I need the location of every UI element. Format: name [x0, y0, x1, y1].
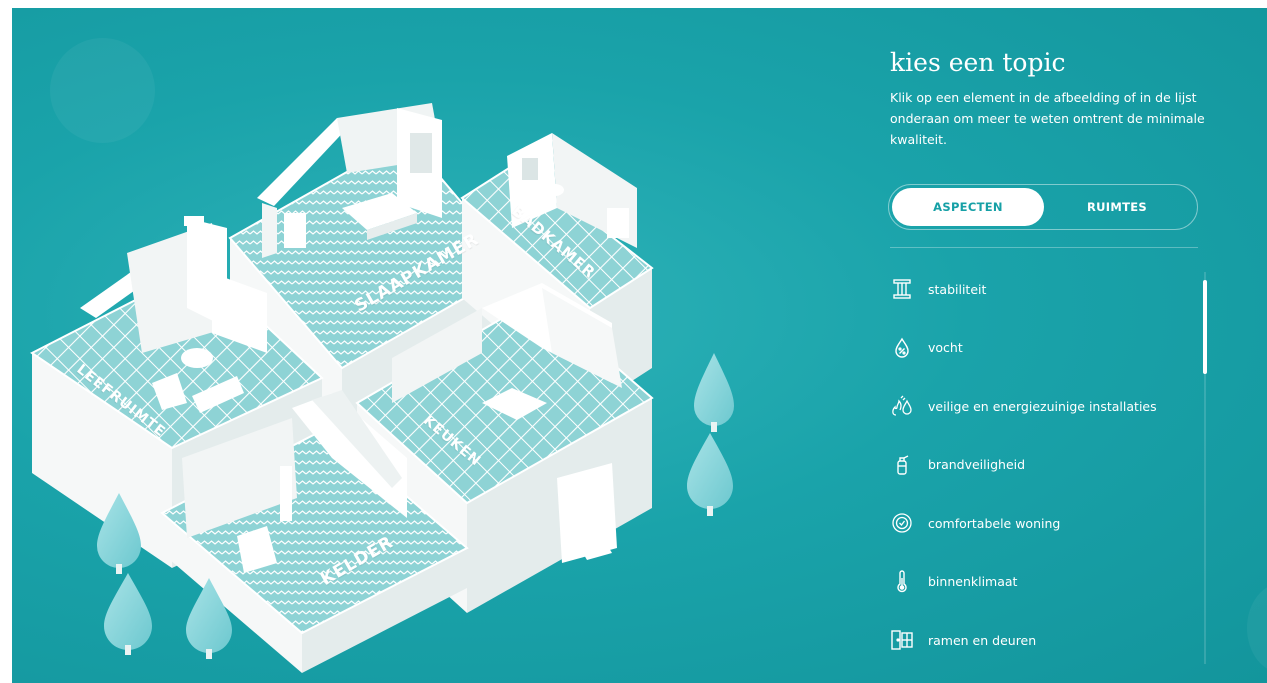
topic-item-stabiliteit[interactable]: stabiliteit — [890, 260, 1190, 319]
panel-title: kies een topic — [890, 48, 1066, 77]
column-icon — [890, 277, 914, 301]
topic-item-brandveiligheid[interactable]: brandveiligheid — [890, 436, 1190, 495]
drop-percent-icon — [890, 336, 914, 360]
topic-label: brandveiligheid — [928, 457, 1026, 473]
topic-label: comfortabele woning — [928, 515, 1061, 531]
comfort-badge-icon — [890, 511, 914, 535]
topic-label: binnenklimaat — [928, 574, 1018, 590]
door-window-icon — [890, 628, 914, 652]
topic-item-vocht[interactable]: vocht — [890, 319, 1190, 378]
topic-label: veilige en energiezuinige installaties — [928, 398, 1157, 414]
topic-item-comfortabele-woning[interactable]: comfortabele woning — [890, 494, 1190, 553]
tab-aspecten[interactable]: ASPECTEN — [892, 188, 1044, 226]
topic-label: vocht — [928, 340, 963, 356]
house-illustration — [30, 103, 734, 673]
topic-item-binnenklimaat[interactable]: binnenklimaat — [890, 553, 1190, 612]
divider — [890, 247, 1198, 248]
topic-item-ramen-en-deuren[interactable]: ramen en deuren — [890, 611, 1190, 670]
topic-panel: kies een topic Klik op een element in de… — [888, 48, 1210, 650]
background-circle — [1247, 583, 1267, 673]
topic-list-scrollbar-thumb[interactable] — [1203, 280, 1207, 374]
topic-list: stabiliteit vocht veilige en energiezuin… — [890, 260, 1190, 670]
flame-drop-icon — [890, 394, 914, 418]
topic-label: ramen en deuren — [928, 632, 1037, 648]
view-toggle: ASPECTEN RUIMTES — [888, 184, 1198, 230]
topic-label: stabiliteit — [928, 281, 987, 297]
thermometer-icon — [890, 570, 914, 594]
extinguisher-icon — [890, 453, 914, 477]
topic-item-installaties[interactable]: veilige en energiezuinige installaties — [890, 377, 1190, 436]
tab-ruimtes[interactable]: RUIMTES — [1041, 188, 1193, 226]
panel-intro: Klik op een element in de afbeelding of … — [890, 90, 1205, 147]
